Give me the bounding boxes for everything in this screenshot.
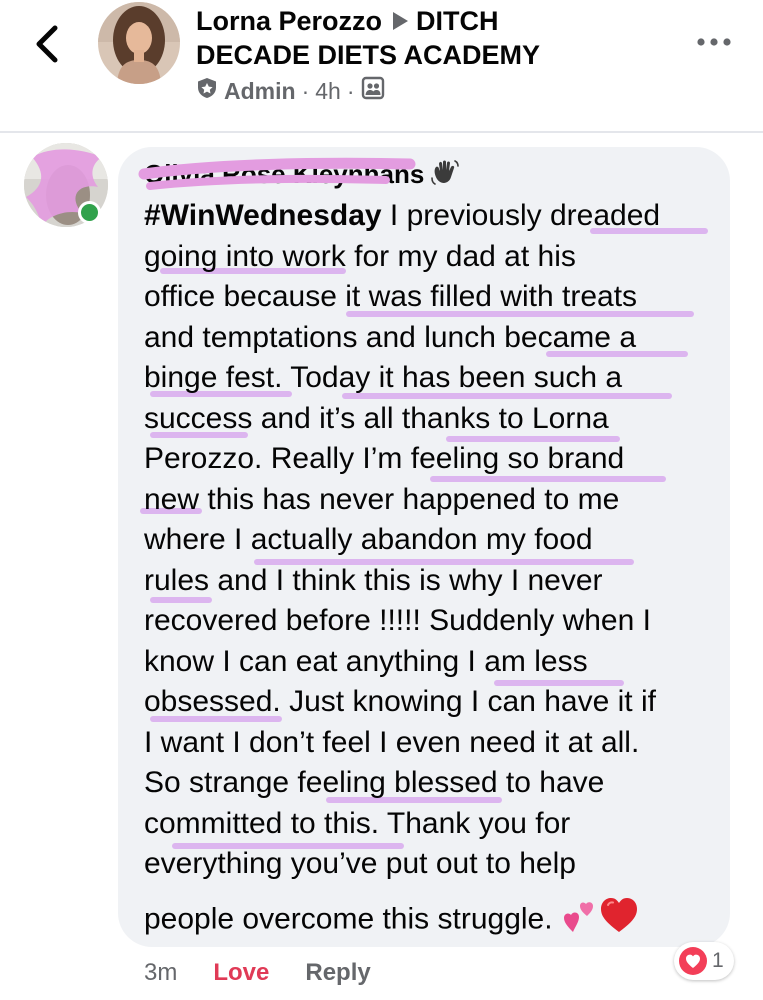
comment-line: So strange feeling blessed to have	[144, 766, 605, 799]
reply-button[interactable]: Reply	[305, 959, 370, 987]
header-divider	[0, 131, 763, 133]
comment-line: I want I don’t feel I even need it at al…	[144, 725, 640, 759]
comment-line: going into work for my dad at his	[144, 239, 576, 273]
comment-body: #WinWednesday I previously dreaded going …	[144, 196, 724, 945]
online-status-dot	[78, 201, 101, 224]
comment-line: rules and I think this is why I never	[144, 563, 603, 597]
post-time[interactable]: 4h	[315, 78, 341, 105]
waving-hand-icon	[430, 158, 460, 188]
caret-right-icon	[390, 6, 410, 40]
group-members-icon	[361, 76, 385, 106]
emoji-group	[563, 896, 639, 946]
role-label: Admin	[224, 77, 296, 104]
comment-line: binge fest. Today it has been such a	[144, 361, 623, 394]
more-options-button[interactable]	[694, 30, 734, 54]
author-avatar[interactable]	[98, 2, 180, 84]
comment-line: know I can eat anything I am less	[144, 644, 588, 678]
love-button[interactable]: Love	[213, 959, 269, 987]
meta-separator-2: ·	[346, 77, 355, 104]
hashtag-link[interactable]: #WinWednesday	[144, 199, 382, 232]
reaction-count: 1	[712, 949, 724, 972]
love-reaction-icon	[679, 947, 707, 975]
back-button[interactable]	[28, 22, 68, 66]
more-options-icon	[697, 38, 731, 46]
red-heart-icon	[600, 897, 637, 932]
reaction-summary[interactable]: 1	[674, 942, 734, 980]
comment-line: committed to this. Thank you for	[144, 806, 571, 840]
comment-line: and temptations and lunch became a	[144, 320, 636, 354]
comment-line: #WinWednesday I previously dreaded	[144, 199, 661, 232]
chevron-left-icon	[36, 25, 58, 63]
post-title-line-1: Lorna Perozzo DITCH	[196, 4, 499, 40]
comment-actions: 3m Love Reply	[144, 956, 371, 990]
commenter-name[interactable]: Olivia Rose Kleynhans	[144, 154, 424, 194]
comment-line: success and it’s all thanks to Lorna	[144, 401, 609, 435]
comment-line: obsessed. Just knowing I can have it if	[144, 685, 656, 718]
comment-timestamp[interactable]: 3m	[144, 959, 177, 987]
comment-line: where I actually abandon my food	[144, 523, 593, 556]
post-title-line-2[interactable]: DECADE DIETS ACADEMY	[196, 38, 540, 72]
post-header: Lorna Perozzo DITCH DECADE DIETS ACADEMY …	[0, 0, 763, 132]
comment-line: Perozzo. Really I’m feeling so brand	[144, 442, 625, 475]
comment-line: recovered before !!!!! Suddenly when I	[144, 604, 651, 637]
comment-line: people overcome this struggle.	[144, 896, 724, 946]
comment-line: everything you’ve put out to help	[144, 847, 576, 880]
admin-badge-icon	[196, 77, 218, 105]
group-name[interactable]: DITCH	[416, 6, 499, 36]
author-name[interactable]: Lorna Perozzo	[196, 6, 382, 36]
post-meta: Admin · 4h ·	[196, 74, 385, 108]
comment-line: new this has never happened to me	[144, 482, 620, 516]
meta-separator: ·	[301, 77, 310, 104]
two-hearts-icon	[563, 901, 593, 932]
comment-line: office because it was filled with treats	[144, 280, 638, 313]
